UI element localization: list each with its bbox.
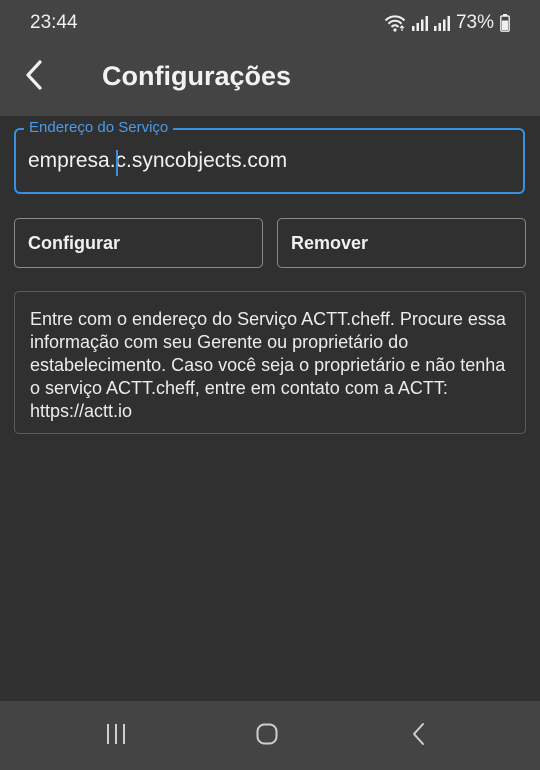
- info-box: Entre com o endereço do Serviço ACTT.che…: [14, 291, 526, 434]
- wifi-icon: [384, 14, 406, 32]
- app-bar: Configurações: [0, 46, 540, 116]
- remove-button[interactable]: Remover: [277, 218, 526, 268]
- service-address-field[interactable]: Endereço do Serviço: [14, 119, 525, 194]
- configure-button[interactable]: Configurar: [14, 218, 263, 268]
- text-caret: [116, 150, 118, 176]
- status-time: 23:44: [30, 12, 78, 33]
- status-icons: 73%: [384, 11, 510, 35]
- page-title: Configurações: [102, 61, 292, 91]
- chevron-left-icon: [24, 59, 44, 95]
- home-button[interactable]: [252, 721, 282, 751]
- back-button[interactable]: [14, 55, 54, 99]
- signal-icon: [433, 15, 450, 31]
- status-bar: 23:44 73%: [0, 0, 540, 46]
- home-icon: [255, 722, 279, 751]
- service-address-input[interactable]: [28, 144, 508, 178]
- recent-apps-icon: [104, 722, 128, 751]
- navigation-bar: [0, 701, 540, 770]
- info-text: Entre com o endereço do Serviço ACTT.che…: [30, 309, 506, 421]
- service-address-label: Endereço do Serviço: [24, 119, 174, 137]
- battery-percent: 73%: [455, 12, 494, 33]
- recent-apps-button[interactable]: [101, 721, 131, 751]
- system-back-button[interactable]: [404, 721, 434, 751]
- back-icon: [409, 722, 429, 751]
- battery-icon: [500, 14, 510, 32]
- signal-icon: [411, 15, 428, 31]
